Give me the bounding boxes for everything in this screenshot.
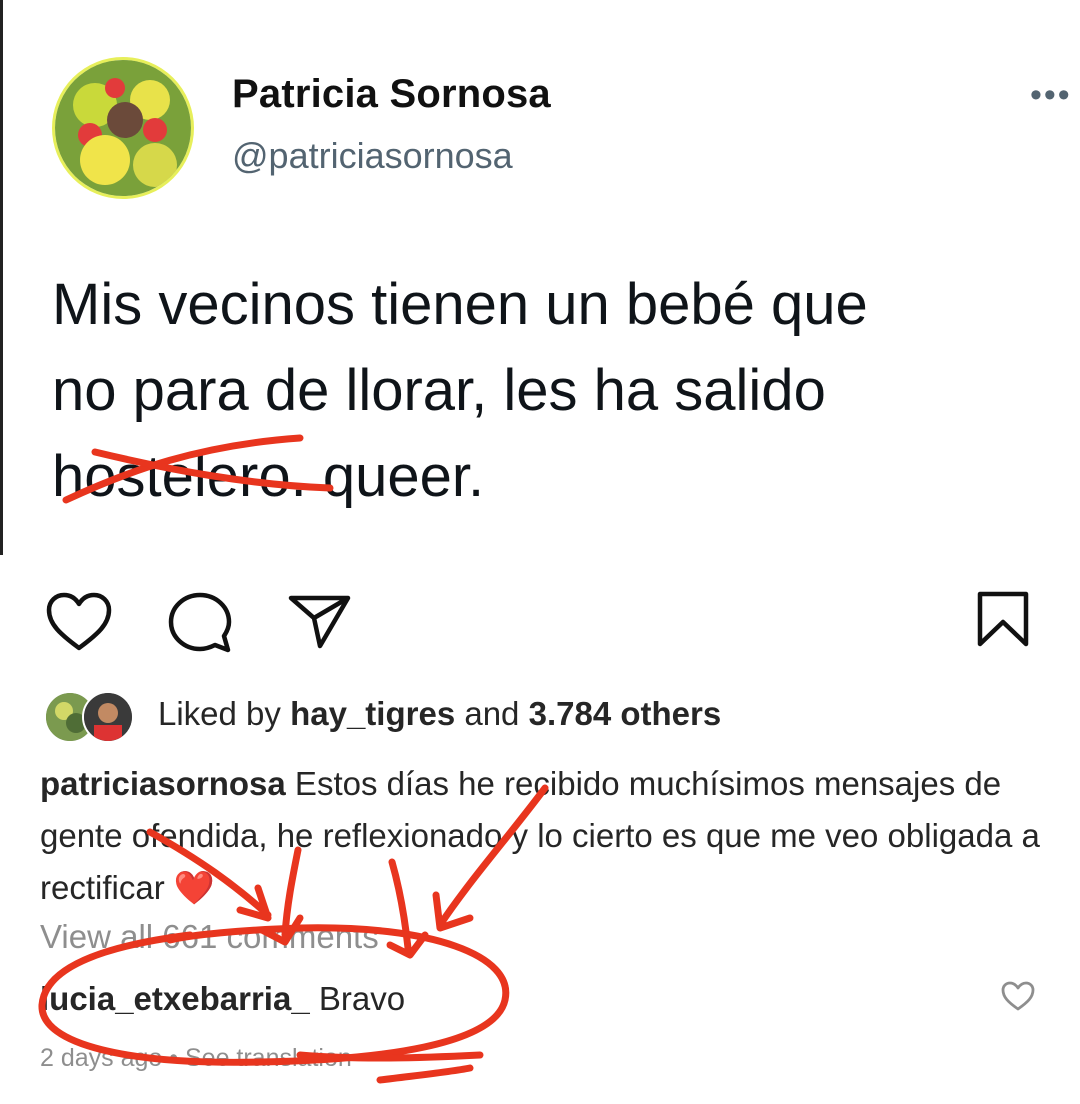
tweet-screenshot-border: [0, 0, 3, 555]
tweet-line-3-rest: . queer.: [290, 444, 485, 509]
share-icon[interactable]: [288, 594, 352, 650]
comment-meta-separator: •: [162, 1044, 185, 1072]
see-translation-link[interactable]: See translation: [185, 1044, 352, 1072]
comment-icon[interactable]: [168, 592, 232, 654]
likes-summary[interactable]: Liked by hay_tigres and 3.784 others: [158, 695, 721, 733]
tweet-line-3: hostelero. queer.: [52, 434, 1062, 520]
tweet-avatar[interactable]: [52, 57, 194, 199]
comment-meta: 2 days ago • See translation: [40, 1044, 352, 1073]
small-heart-icon[interactable]: [1000, 980, 1036, 1012]
tweet-author-handle[interactable]: @patriciasornosa: [232, 135, 513, 177]
likes-prefix: Liked by: [158, 695, 291, 732]
tweet-author-name[interactable]: Patricia Sornosa: [232, 72, 551, 117]
comment: lucia_etxebarria_ Bravo: [40, 980, 405, 1018]
highlight-circle-tail: [376, 1064, 474, 1084]
heart-icon[interactable]: [46, 592, 112, 652]
comment-text: Bravo: [309, 980, 406, 1017]
bookmark-icon[interactable]: [976, 590, 1030, 648]
post-caption: patriciasornosa Estos días he recibido m…: [40, 758, 1040, 914]
arrow-right-head: [386, 931, 429, 959]
comment-time: 2 days ago: [40, 1044, 163, 1072]
likes-user[interactable]: hay_tigres: [290, 695, 455, 732]
likes-middle: and: [455, 695, 529, 732]
comment-username[interactable]: lucia_etxebarria_: [40, 980, 310, 1017]
more-icon[interactable]: •••: [1030, 78, 1072, 112]
view-all-comments-link[interactable]: View all 661 comments: [40, 918, 379, 956]
tweet-line-2: no para de llorar, les ha salido: [52, 358, 826, 423]
tweet-line-1: Mis vecinos tienen un bebé que: [52, 272, 868, 337]
tweet-text: Mis vecinos tienen un bebé que no para d…: [52, 262, 1062, 520]
caption-username[interactable]: patriciasornosa: [40, 765, 286, 802]
avatar-image: [55, 60, 191, 196]
likes-count[interactable]: 3.784 others: [529, 695, 722, 732]
struck-word: hostelero: [52, 444, 291, 509]
liker-avatar: [82, 691, 134, 743]
